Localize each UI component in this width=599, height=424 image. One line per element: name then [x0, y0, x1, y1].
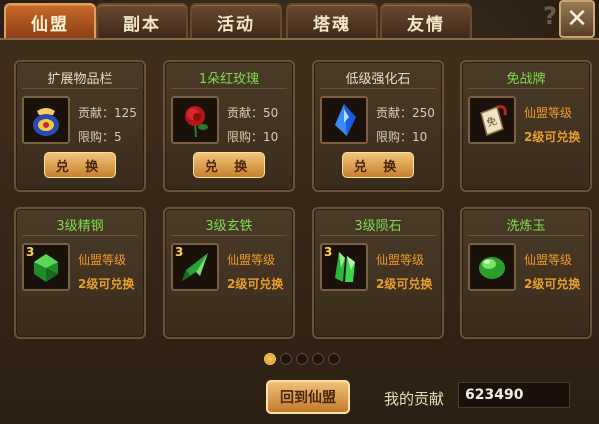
item-slot[interactable] [22, 96, 70, 144]
my-contribution-label: 我的贡献 [384, 390, 445, 408]
price-text: 贡献：125 [78, 106, 137, 120]
card-title: 3级玄铁 [205, 219, 253, 234]
item-card-lvl3-meteorite: 3级陨石 3 仙盟等级 2级可兑换 [312, 207, 444, 339]
item-card-low-strengthen-stone: 低级强化石 贡献：250 限购：10 兑 换 [312, 60, 444, 192]
item-slot[interactable]: 3 [320, 243, 368, 291]
tab-bar: 仙盟 副本 活动 塔魂 友情 ? ✕ [0, 0, 599, 40]
card-title: 洗炼玉 [506, 219, 546, 234]
unlock-level-text: 2级可兑换 [227, 277, 284, 291]
item-quantity: 3 [324, 245, 333, 259]
unlock-level-text: 2级可兑换 [524, 277, 581, 291]
card-title: 扩展物品栏 [47, 72, 113, 87]
item-slot[interactable] [171, 96, 219, 144]
jade-icon [479, 257, 505, 279]
tab-activity[interactable]: 活动 [190, 3, 282, 39]
limit-text: 限购：10 [227, 130, 279, 144]
unlock-level-text: 2级可兑换 [78, 277, 135, 291]
page-dot-2[interactable] [280, 353, 292, 365]
return-to-guild-button[interactable]: 回到仙盟 [266, 380, 350, 414]
unlock-level-text: 2级可兑换 [524, 130, 581, 144]
page-dot-4[interactable] [312, 353, 324, 365]
rose-icon [185, 106, 208, 138]
limit-text: 限购：10 [376, 130, 428, 144]
item-card-red-rose: 1朵红玫瑰 贡献：50 限购：10 兑 换 [163, 60, 295, 192]
exchange-button[interactable]: 兑 换 [342, 152, 414, 178]
card-title: 免战牌 [506, 72, 546, 87]
guild-level-text: 仙盟等级 [524, 253, 573, 267]
item-slot[interactable] [320, 96, 368, 144]
item-slot[interactable]: 3 [22, 243, 70, 291]
unlock-level-text: 2级可兑换 [376, 277, 433, 291]
exchange-button[interactable]: 兑 换 [193, 152, 265, 178]
item-slot[interactable]: 3 [171, 243, 219, 291]
help-icon[interactable]: ? [543, 2, 557, 30]
price-text: 贡献：50 [227, 106, 279, 120]
exchange-button[interactable]: 兑 换 [44, 152, 116, 178]
item-card-expand-bag: 扩展物品栏 贡献：125 限购：5 兑 换 [14, 60, 146, 192]
page-dot-1[interactable] [264, 353, 276, 365]
tab-friendship[interactable]: 友情 [380, 3, 472, 39]
card-title: 3级陨石 [354, 219, 402, 234]
card-title: 1朵红玫瑰 [198, 72, 260, 87]
guild-level-text: 仙盟等级 [376, 253, 425, 267]
exchange-window: 仙盟 副本 活动 塔魂 友情 ? ✕ 扩展物品栏 贡献：125 限购：5 兑 换… [0, 0, 599, 424]
item-card-lvl3-steel: 3级精钢 3 仙盟等级 2级可兑换 [14, 207, 146, 339]
card-title: 3级精钢 [56, 219, 104, 234]
tab-guild[interactable]: 仙盟 [4, 3, 96, 39]
guild-level-text: 仙盟等级 [524, 106, 573, 120]
page-dot-5[interactable] [328, 353, 340, 365]
item-slot[interactable]: 免 [468, 96, 516, 144]
item-quantity: 3 [175, 245, 184, 259]
close-button[interactable]: ✕ [559, 0, 595, 38]
tab-dungeon[interactable]: 副本 [96, 3, 188, 39]
card-title: 低级强化石 [345, 72, 411, 87]
item-card-truce-token: 免战牌 免 仙盟等级 2级可兑换 [460, 60, 592, 192]
item-card-lvl3-dark-iron: 3级玄铁 3 仙盟等级 2级可兑换 [163, 207, 295, 339]
item-quantity: 3 [26, 245, 35, 259]
guild-level-text: 仙盟等级 [78, 253, 127, 267]
bag-icon [33, 108, 59, 136]
item-slot[interactable] [468, 243, 516, 291]
page-dot-3[interactable] [296, 353, 308, 365]
blue-crystal-icon [335, 104, 356, 136]
item-card-refining-jade: 洗炼玉 仙盟等级 2级可兑换 [460, 207, 592, 339]
tab-tower-soul[interactable]: 塔魂 [286, 3, 378, 39]
my-contribution-value: 623490 [458, 382, 570, 408]
limit-text: 限购：5 [78, 130, 122, 144]
guild-level-text: 仙盟等级 [227, 253, 276, 267]
price-text: 贡献：250 [376, 106, 435, 120]
token-icon: 免 [480, 105, 507, 136]
